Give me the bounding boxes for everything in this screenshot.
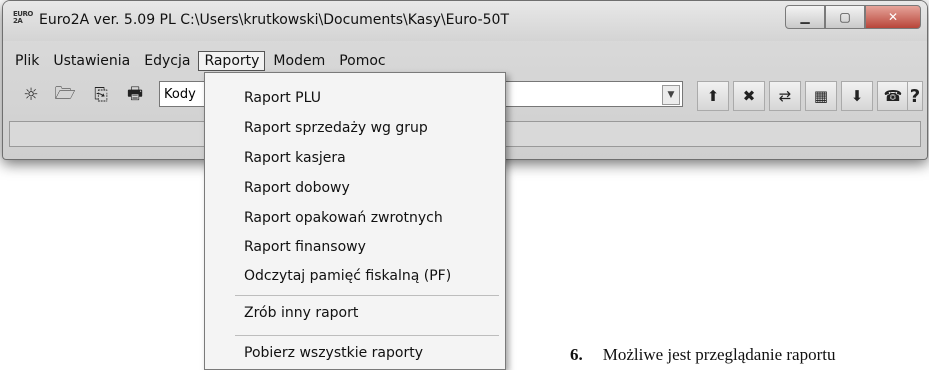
phone-icon[interactable]: ☎: [877, 81, 909, 111]
menu-item-raport-plu[interactable]: Raport PLU: [205, 90, 505, 106]
minimize-icon: ▁: [800, 10, 810, 24]
new-icon[interactable]: ☼: [17, 81, 45, 109]
window-controls: ▁ ▢ ✕: [785, 5, 921, 29]
app-icon: EURO 2A: [13, 10, 33, 25]
menu-raporty[interactable]: Raporty: [198, 51, 266, 71]
close-icon: ✕: [887, 10, 899, 24]
menu-edycja[interactable]: Edycja: [138, 51, 196, 71]
menu-item-odczytaj-pf[interactable]: Odczytaj pamięć fiskalną (PF): [205, 268, 505, 284]
maximize-icon: ▢: [839, 10, 851, 24]
title-bar[interactable]: EURO 2A Euro2A ver. 5.09 PL C:\Users\kru…: [3, 1, 927, 41]
table-icon[interactable]: ▦: [805, 81, 837, 111]
selection-combo[interactable]: ▼: [501, 81, 683, 107]
codes-combo[interactable]: Kody: [159, 81, 205, 107]
menu-item-raport-opakowan[interactable]: Raport opakowań zwrotnych: [205, 210, 505, 226]
menu-item-zrob-inny-raport[interactable]: Zrób inny raport: [205, 305, 505, 321]
menu-ustawienia[interactable]: Ustawienia: [47, 51, 136, 71]
paragraph-number: 6.: [570, 345, 583, 364]
menu-item-raport-dobowy[interactable]: Raport dobowy: [205, 180, 505, 196]
menu-item-pobierz-wszystkie[interactable]: Pobierz wszystkie raporty: [205, 345, 505, 361]
copy-icon[interactable]: ⎘: [87, 81, 115, 109]
menu-item-raport-finansowy[interactable]: Raport finansowy: [205, 239, 505, 255]
menu-bar: Plik Ustawienia Edycja Raporty Modem Pom…: [9, 49, 921, 73]
raporty-dropdown: Raport PLU Raport sprzedaży wg grup Rapo…: [204, 72, 506, 370]
send-icon[interactable]: ⬆: [697, 81, 729, 111]
menu-separator: [235, 335, 499, 336]
minimize-button[interactable]: ▁: [785, 5, 825, 29]
menu-pomoc[interactable]: Pomoc: [333, 51, 391, 71]
menu-plik[interactable]: Plik: [9, 51, 45, 71]
rep-plu-icon[interactable]: ⇄: [769, 81, 801, 111]
help-icon[interactable]: ?: [907, 81, 923, 111]
maximize-button[interactable]: ▢: [825, 5, 865, 29]
document-paragraph: 6. Możliwe jest przeglądanie raportu: [570, 345, 835, 365]
window-title: Euro2A ver. 5.09 PL C:\Users\krutkowski\…: [39, 12, 509, 28]
open-icon[interactable]: 🗁: [51, 81, 79, 109]
receive-icon[interactable]: ⬇: [841, 81, 873, 111]
delete-icon[interactable]: ✖: [733, 81, 765, 111]
menu-separator: [235, 295, 499, 296]
menu-item-raport-kasjera[interactable]: Raport kasjera: [205, 150, 505, 166]
print-icon[interactable]: 🖶: [121, 81, 149, 109]
menu-modem[interactable]: Modem: [267, 51, 331, 71]
chevron-down-icon[interactable]: ▼: [662, 85, 680, 105]
paragraph-text: Możliwe jest przeglądanie raportu: [602, 345, 836, 364]
menu-item-raport-sprzedazy[interactable]: Raport sprzedaży wg grup: [205, 120, 505, 136]
close-button[interactable]: ✕: [865, 5, 921, 29]
